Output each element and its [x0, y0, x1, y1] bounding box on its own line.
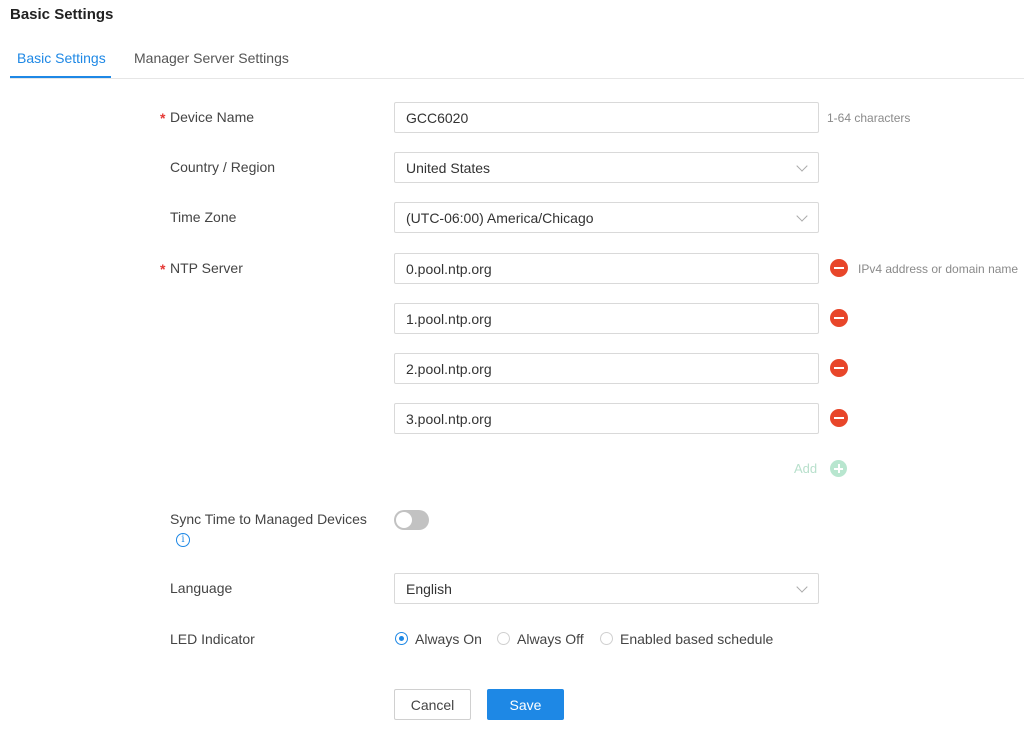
required-mark: * [160, 261, 166, 277]
device-name-hint: 1-64 characters [827, 111, 911, 125]
radio-circle [600, 632, 613, 645]
language-label: Language [170, 580, 233, 596]
sync-time-label: Sync Time to Managed Devices [170, 511, 367, 527]
sync-time-toggle[interactable] [394, 510, 429, 530]
language-select[interactable]: English [394, 573, 819, 604]
remove-icon[interactable] [830, 359, 848, 377]
radio-circle [497, 632, 510, 645]
radio-circle [395, 632, 408, 645]
country-region-value: United States [406, 160, 491, 176]
ntp-server-field-3[interactable] [394, 353, 819, 384]
led-indicator-label: LED Indicator [170, 631, 255, 647]
add-ntp-server-label[interactable]: Add [794, 461, 817, 476]
device-name-label: Device Name [170, 109, 255, 125]
ntp-server-label: NTP Server [170, 260, 243, 276]
radio-label: Enabled based schedule [620, 631, 774, 647]
remove-icon[interactable] [830, 259, 848, 277]
time-zone-select[interactable]: (UTC-06:00) America/Chicago [394, 202, 819, 233]
ntp-server-input[interactable] [395, 354, 818, 383]
time-zone-label: Time Zone [170, 209, 237, 225]
tab-basic-settings[interactable]: Basic Settings [10, 50, 111, 78]
chevron-down-icon [796, 160, 808, 172]
cancel-button[interactable]: Cancel [394, 689, 471, 720]
remove-icon[interactable] [830, 309, 848, 327]
remove-icon[interactable] [830, 409, 848, 427]
country-region-select[interactable]: United States [394, 152, 819, 183]
device-name-input[interactable] [395, 103, 818, 132]
ntp-server-field-4[interactable] [394, 403, 819, 434]
radio-label: Always Off [517, 631, 584, 647]
time-zone-value: (UTC-06:00) America/Chicago [406, 210, 594, 226]
toggle-knob [396, 512, 412, 528]
language-value: English [406, 581, 452, 597]
ntp-server-input[interactable] [395, 304, 818, 333]
radio-label: Always On [415, 631, 482, 647]
device-name-field[interactable] [394, 102, 819, 133]
country-region-label: Country / Region [170, 159, 276, 175]
info-icon[interactable]: i [176, 533, 190, 547]
tab-bar: Basic Settings Manager Server Settings [10, 44, 1024, 79]
save-button[interactable]: Save [487, 689, 564, 720]
add-icon[interactable] [830, 460, 847, 477]
chevron-down-icon [796, 581, 808, 593]
ntp-server-hint: IPv4 address or domain name [858, 262, 1019, 276]
ntp-server-input[interactable] [395, 404, 818, 433]
ntp-server-input[interactable] [395, 254, 818, 283]
page-title: Basic Settings [10, 6, 114, 23]
chevron-down-icon [796, 210, 808, 222]
required-mark: * [160, 110, 166, 126]
tab-manager-server-settings[interactable]: Manager Server Settings [134, 50, 289, 78]
ntp-server-field-2[interactable] [394, 303, 819, 334]
ntp-server-field-1[interactable] [394, 253, 819, 284]
